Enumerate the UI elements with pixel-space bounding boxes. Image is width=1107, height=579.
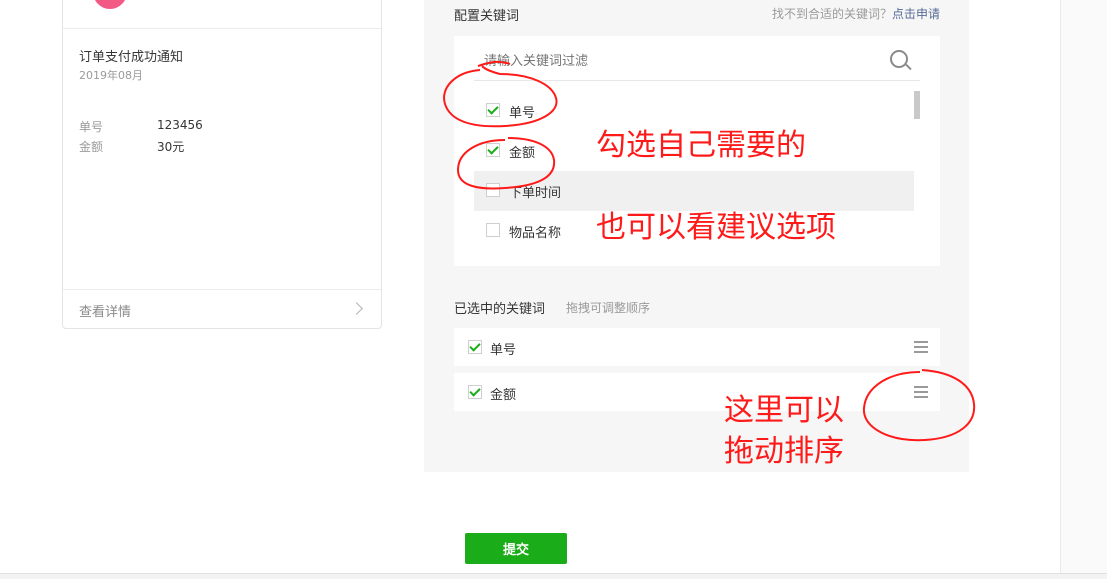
search-icon[interactable] [890, 50, 908, 68]
keyword-filter-input[interactable] [484, 52, 914, 70]
keyword-label: 金额 [509, 146, 536, 161]
keyword-checkbox[interactable] [486, 183, 500, 197]
selected-keyword-item[interactable]: 单号 [454, 328, 940, 366]
selected-keyword-checkbox[interactable] [468, 385, 482, 399]
annotation-text-drag-line1: 这里可以 [724, 393, 844, 428]
config-keywords-label: 配置关键词 [454, 9, 520, 24]
drag-handle-icon[interactable] [914, 386, 928, 398]
annotation-text-suggest: 也可以看建议选项 [596, 210, 836, 245]
card-field-label: 金额 [79, 140, 104, 154]
card-divider [63, 28, 381, 29]
submit-button[interactable]: 提交 [465, 533, 567, 564]
selected-keyword-label: 单号 [490, 343, 517, 358]
message-preview-card: 订单支付成功通知 2019年08月 单号 123456 金额 30元 查看详情 [62, 0, 382, 329]
card-divider [63, 289, 381, 290]
keyword-label: 下单时间 [509, 186, 562, 201]
keyword-checkbox[interactable] [486, 223, 500, 237]
selected-keywords-label: 已选中的关键词 [454, 302, 546, 317]
annotation-text-select: 勾选自己需要的 [596, 128, 806, 163]
keyword-label: 物品名称 [509, 226, 562, 241]
selected-keyword-item[interactable]: 金额 [454, 373, 940, 411]
apply-hint-text: 找不到合适的关键词？ [771, 7, 892, 21]
bottom-bar [0, 574, 1107, 579]
card-field-row: 金额 30元 [79, 138, 184, 155]
keyword-list-scrollbar[interactable] [914, 91, 920, 119]
card-title: 订单支付成功通知 [79, 50, 184, 65]
card-field-label: 单号 [79, 120, 104, 134]
card-field-value: 30元 [157, 140, 185, 154]
keyword-label: 单号 [509, 106, 536, 121]
brand-logo-icon [93, 0, 127, 9]
selected-keyword-checkbox[interactable] [468, 340, 482, 354]
apply-link[interactable]: 点击申请 [892, 7, 940, 21]
chevron-right-icon[interactable] [350, 302, 363, 315]
drag-handle-icon[interactable] [914, 341, 928, 353]
right-side-panel [1060, 0, 1107, 574]
card-field-row: 单号 123456 [79, 118, 203, 135]
search-divider [474, 80, 920, 81]
keyword-option[interactable]: 下单时间 [474, 171, 914, 211]
annotation-text-drag-line2: 拖动排序 [724, 434, 844, 469]
apply-hint: 找不到合适的关键词？点击申请 [772, 5, 940, 22]
card-date: 2019年08月 [79, 69, 143, 82]
view-details-link[interactable]: 查看详情 [79, 301, 131, 320]
keyword-checkbox[interactable] [486, 103, 500, 117]
drag-hint: 拖拽可调整顺序 [566, 301, 651, 315]
card-field-value: 123456 [157, 118, 203, 132]
keyword-checkbox[interactable] [486, 143, 500, 157]
selected-keyword-label: 金额 [490, 388, 517, 403]
keyword-option[interactable]: 单号 [474, 91, 914, 131]
